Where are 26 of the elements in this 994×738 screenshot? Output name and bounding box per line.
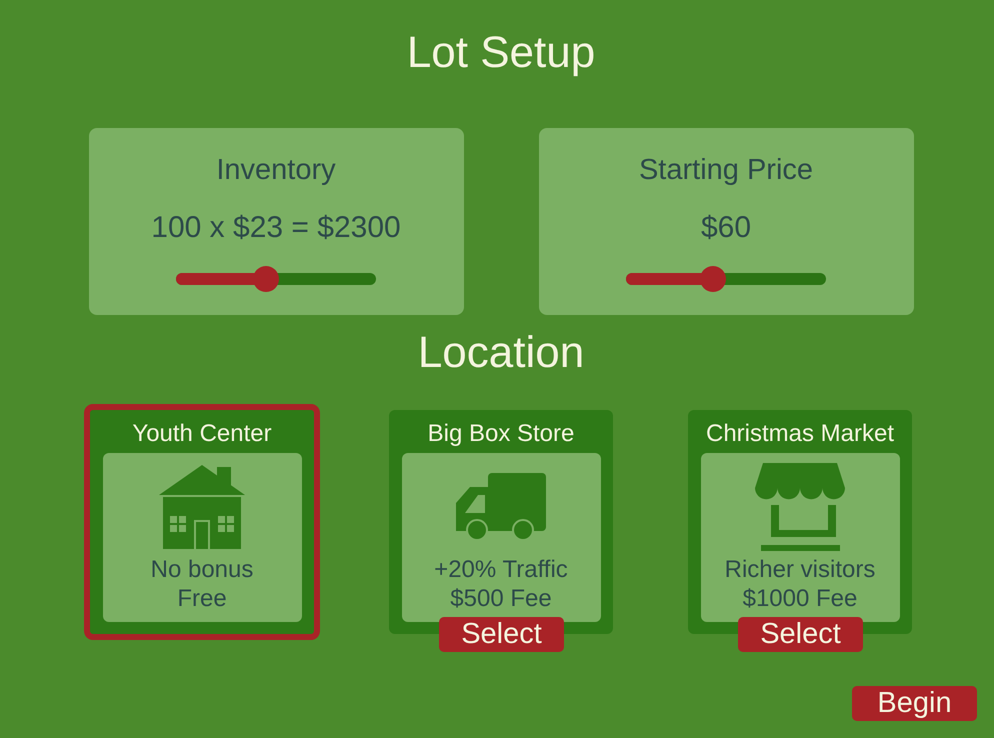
location-fee: $500 Fee	[450, 584, 552, 613]
begin-button[interactable]: Begin	[852, 686, 977, 721]
location-bonus: Richer visitors	[724, 555, 876, 584]
setting-label: Starting Price	[638, 153, 814, 187]
location-name: Youth Center	[132, 420, 272, 448]
setting-value: 100 x $23 = $2300	[151, 210, 401, 245]
market-stall-icon	[755, 463, 845, 551]
slider-thumb[interactable]	[253, 266, 279, 292]
slider-thumb[interactable]	[700, 266, 726, 292]
truck-icon	[456, 473, 546, 541]
setting-value: $60	[700, 210, 752, 245]
location-name: Christmas Market	[706, 420, 894, 448]
slider-track[interactable]	[176, 266, 376, 292]
location-fee: Free	[177, 584, 227, 613]
setting-label: Inventory	[216, 153, 336, 187]
house-icon	[159, 465, 245, 549]
location-name: Big Box Store	[428, 420, 574, 448]
page-title: Lot Setup	[406, 27, 596, 79]
slider-track[interactable]	[626, 266, 826, 292]
location-fee: $1000 Fee	[742, 584, 858, 613]
section-title: Location	[418, 327, 584, 379]
select-button[interactable]: Select	[738, 617, 863, 652]
select-button[interactable]: Select	[439, 617, 564, 652]
location-card[interactable]: Youth Center No bonus Free	[84, 404, 320, 640]
location-bonus: No bonus	[150, 555, 254, 584]
location-bonus: +20% Traffic	[434, 555, 568, 584]
